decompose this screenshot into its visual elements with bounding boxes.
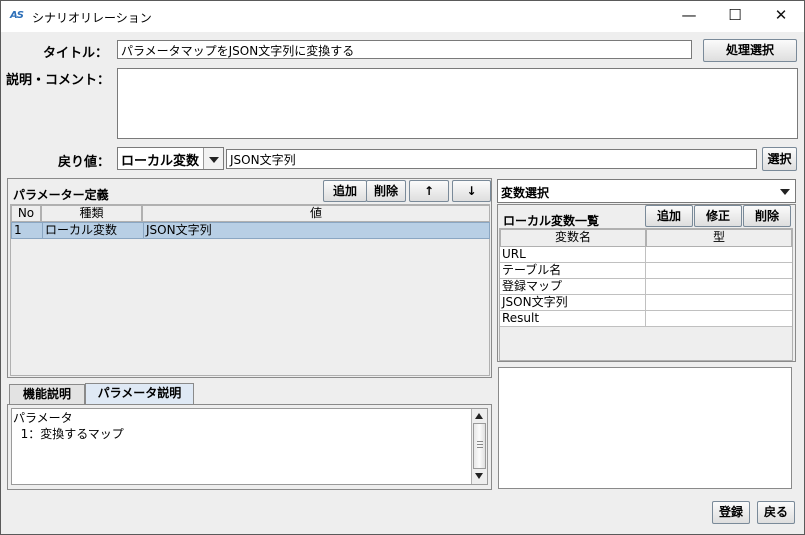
dropdown-arrow-icon[interactable] (203, 148, 223, 169)
minimize-button[interactable]: — (666, 1, 712, 32)
table-row[interactable]: URL (500, 247, 646, 263)
comment-textarea[interactable] (117, 68, 798, 139)
back-button[interactable]: 戻る (757, 501, 795, 524)
process-select-button[interactable]: 処理選択 (703, 39, 797, 62)
parameter-panel: パラメーター定義 追加 削除 ↑ ↓ No 種類 値 1 ローカル変数 JSON… (7, 178, 492, 378)
row-value-cell: JSON文字列 (143, 223, 489, 238)
help-line-2: 1：変換するマップ (13, 427, 124, 441)
vertical-scrollbar[interactable] (471, 409, 487, 484)
column-header-variable-name[interactable]: 変数名 (500, 229, 646, 247)
maximize-button[interactable]: ☐ (712, 1, 758, 32)
table-row[interactable]: JSON文字列 (500, 295, 646, 311)
tab-parameter-description[interactable]: パラメータ説明 (85, 383, 194, 405)
return-type-select[interactable]: ローカル変数 (117, 147, 224, 170)
table-row[interactable]: Result (500, 311, 646, 327)
dropdown-arrow-icon[interactable] (775, 180, 795, 202)
row-type-cell (646, 311, 792, 327)
row-kind-cell: ローカル変数 (42, 223, 143, 238)
window-title: シナリオリレーション (32, 11, 152, 25)
help-panel: 機能説明 パラメータ説明 パラメータ 1：変換するマップ (7, 381, 492, 490)
variable-select-value: 変数選択 (501, 186, 550, 200)
grip-line (477, 444, 483, 445)
help-line-1: パラメータ (13, 411, 73, 425)
scroll-down-arrow-icon[interactable] (475, 473, 483, 479)
row-no-cell: 1 (14, 223, 22, 237)
parameter-panel-title: パラメーター定義 (13, 188, 109, 202)
parameter-table: No 種類 値 1 ローカル変数 JSON文字列 (10, 204, 490, 376)
column-header-type[interactable]: 型 (646, 229, 792, 247)
return-label: 戻り値： (58, 155, 111, 170)
row-type-cell (646, 295, 792, 311)
title-label: タイトル： (43, 46, 109, 61)
title-bar[interactable]: AS シナリオリレーション — ☐ ✕ (1, 1, 804, 32)
scroll-thumb[interactable] (473, 423, 486, 469)
close-button[interactable]: ✕ (758, 1, 804, 32)
move-down-button[interactable]: ↓ (452, 180, 491, 202)
param-add-button[interactable]: 追加 (323, 180, 367, 202)
table-row[interactable]: 登録マップ (500, 279, 646, 295)
row-type-cell (646, 247, 792, 263)
return-type-value: ローカル変数 (121, 154, 200, 169)
select-button[interactable]: 選択 (762, 147, 797, 171)
help-text-area[interactable]: パラメータ 1：変換するマップ (11, 408, 488, 485)
variable-table: 変数名 型 URL テーブル名 登録マップ JSON文字列 Result (499, 228, 793, 361)
table-row[interactable]: 1 ローカル変数 JSON文字列 (11, 222, 490, 239)
help-content-frame: パラメータ 1：変換するマップ (7, 404, 492, 490)
column-header-no[interactable]: No (11, 205, 41, 222)
row-type-cell (646, 279, 792, 295)
comment-label: 説明・コメント： (6, 73, 111, 88)
app-logo-icon: AS (10, 10, 24, 21)
variable-select[interactable]: 変数選択 (497, 179, 796, 203)
move-up-button[interactable]: ↑ (409, 180, 449, 202)
row-type-cell (646, 263, 792, 279)
var-add-button[interactable]: 追加 (645, 205, 693, 227)
var-delete-button[interactable]: 削除 (743, 205, 791, 227)
tab-function-description[interactable]: 機能説明 (9, 384, 85, 405)
dialog-window: AS シナリオリレーション — ☐ ✕ タイトル： パラメータマップをJSON文… (0, 0, 805, 535)
var-edit-button[interactable]: 修正 (694, 205, 742, 227)
register-button[interactable]: 登録 (712, 501, 750, 524)
return-value-field[interactable]: JSON文字列 (226, 149, 757, 169)
column-header-kind[interactable]: 種類 (41, 205, 142, 222)
title-input[interactable]: パラメータマップをJSON文字列に変換する (117, 40, 692, 59)
scroll-up-arrow-icon[interactable] (475, 413, 483, 419)
param-delete-button[interactable]: 削除 (366, 180, 406, 202)
variable-detail-area[interactable] (498, 367, 792, 489)
column-header-value[interactable]: 値 (142, 205, 490, 222)
local-variable-list-title: ローカル変数一覧 (503, 214, 600, 228)
variable-table-body: URL テーブル名 登録マップ JSON文字列 Result (500, 247, 792, 327)
table-row[interactable]: テーブル名 (500, 263, 646, 279)
local-variable-panel: ローカル変数一覧 追加 修正 削除 変数名 型 URL テーブル名 登録マップ … (497, 204, 796, 362)
